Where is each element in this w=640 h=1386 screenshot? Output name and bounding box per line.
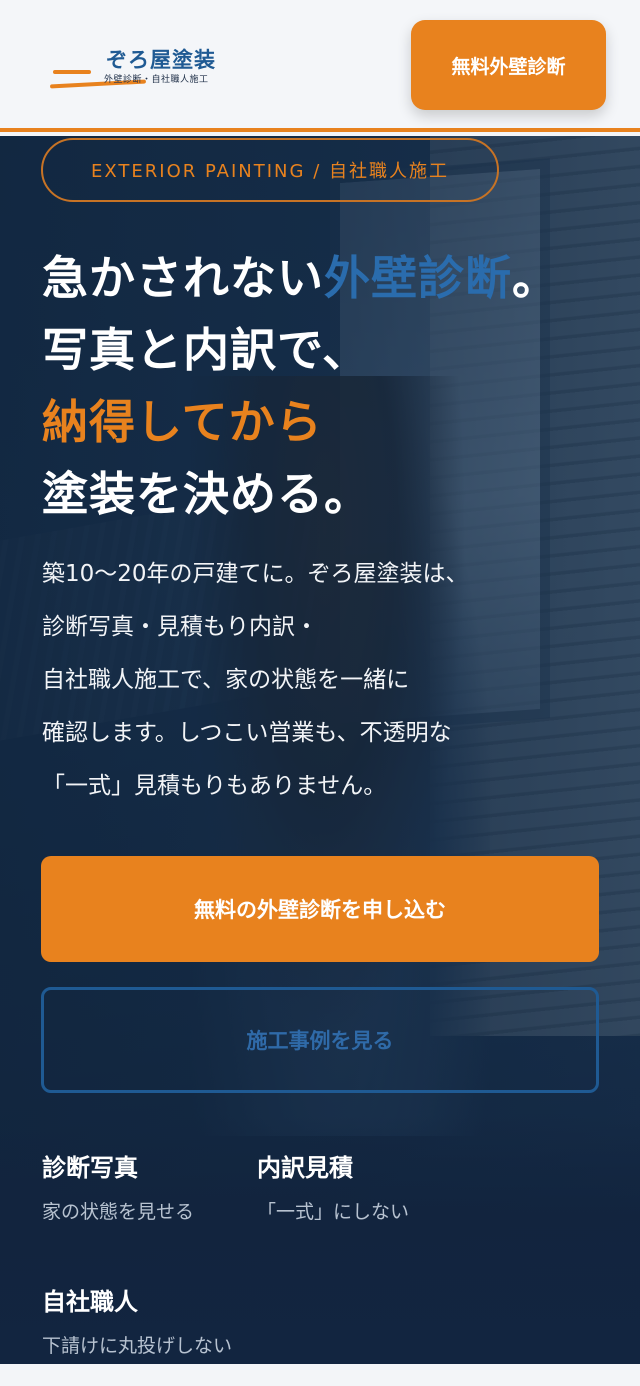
site-header: ぞろ屋塗装 外壁診断・自社職人施工 無料外壁診断	[0, 0, 640, 132]
feature-title: 内訳見積	[257, 1153, 353, 1182]
feature-description: 家の状態を見せる	[42, 1201, 195, 1223]
feature-title: 自社職人	[42, 1287, 138, 1316]
lead-line: 「一式」見積もりもありません。	[42, 773, 387, 799]
feature-in-house-craftsmen: 自社職人 下請けに丸投げしない	[42, 1282, 232, 1358]
feature-itemized-estimate: 内訳見積 「一式」にしない	[257, 1148, 409, 1224]
headline-period: 。	[512, 251, 559, 305]
headline-text: 急かされない	[42, 251, 324, 305]
lead-line: 確認します。しつこい営業も、不透明な	[42, 720, 452, 746]
lead-line: 診断写真・見積もり内訳・	[42, 614, 318, 640]
page-bottom-band	[0, 1364, 640, 1386]
hero-headline: 急かされない外壁診断。 写真と内訳で、 納得してから 塗装を決める。	[42, 242, 622, 530]
feature-title: 診断写真	[42, 1153, 138, 1182]
apply-diagnosis-button[interactable]: 無料の外壁診断を申し込む	[41, 856, 599, 962]
view-cases-button[interactable]: 施工事例を見る	[41, 987, 599, 1093]
hero-tagline-pill: EXTERIOR PAINTING / 自社職人施工	[41, 138, 499, 202]
lead-line: 築10〜20年の戸建てに。ぞろ屋塗装は、	[42, 561, 469, 587]
headline-line-1: 急かされない外壁診断。	[42, 242, 622, 314]
feature-diagnosis-photo: 診断写真 家の状態を見せる	[42, 1148, 194, 1224]
header-diagnosis-button[interactable]: 無料外壁診断	[411, 20, 606, 110]
logo-mark-stroke	[53, 70, 91, 74]
feature-description: 下請けに丸投げしない	[42, 1335, 233, 1357]
headline-line-3-accent: 納得してから	[42, 395, 323, 449]
logo-name: ぞろ屋塗装	[106, 48, 216, 72]
logo-subtitle: 外壁診断・自社職人施工	[104, 75, 209, 85]
hero-section: EXTERIOR PAINTING / 自社職人施工 急かされない外壁診断。 写…	[0, 136, 640, 1364]
headline-line-4: 塗装を決める。	[42, 467, 371, 521]
logo[interactable]: ぞろ屋塗装 外壁診断・自社職人施工	[49, 44, 220, 94]
hero-lead-text: 築10〜20年の戸建てに。ぞろ屋塗装は、 診断写真・見積もり内訳・ 自社職人施工…	[42, 548, 602, 813]
feature-description: 「一式」にしない	[257, 1201, 410, 1223]
lead-line: 自社職人施工で、家の状態を一緒に	[42, 667, 410, 693]
headline-line-2: 写真と内訳で、	[42, 323, 370, 377]
headline-accent-blue: 外壁診断	[324, 251, 512, 305]
